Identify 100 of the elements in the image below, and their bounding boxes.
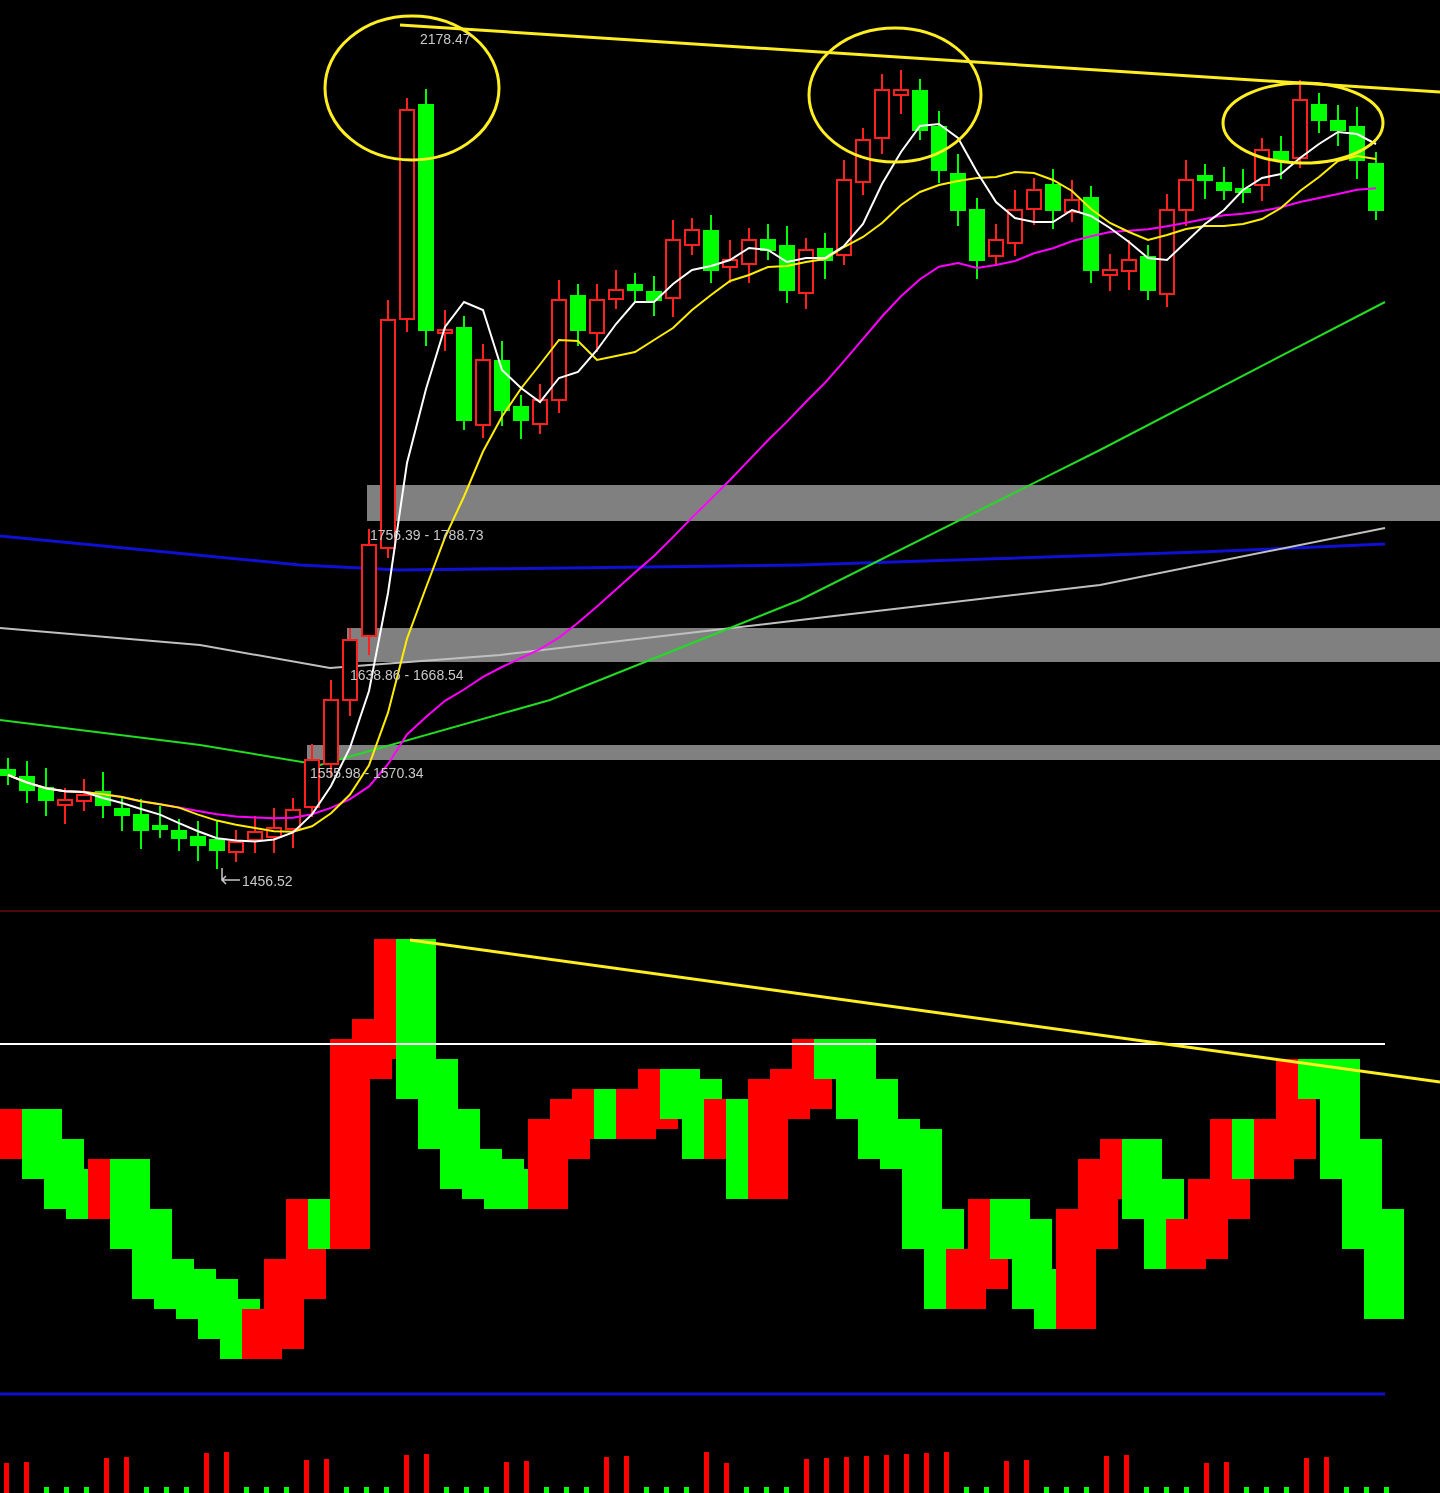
candlestick [684,217,700,256]
volume-bar [464,1487,469,1493]
volume-bar [1284,1487,1289,1493]
volume-bar [784,1487,789,1493]
volume-bar [1184,1487,1189,1493]
candlestick [1064,179,1080,223]
candlestick [57,787,73,825]
candlestick [285,797,301,849]
candlestick [1178,159,1194,227]
volume-bar [1304,1458,1309,1493]
candlestick [855,127,871,196]
volume-bar [604,1457,609,1493]
candlestick [95,771,111,819]
candlestick [0,757,16,786]
candlestick [722,239,738,284]
volume-bar [264,1487,269,1493]
volume-bar [284,1487,289,1493]
volume-bar [684,1487,689,1493]
candlestick [817,232,833,280]
volume-bar [324,1459,329,1493]
candlestick [1273,135,1289,180]
candlestick [247,815,263,854]
volume-bar [404,1455,409,1493]
volume-bar [704,1452,709,1493]
volume-bar [844,1457,849,1493]
candlestick [1026,177,1042,226]
volume-bar [304,1460,309,1493]
candlestick [266,807,282,854]
volume-bar [1104,1456,1109,1493]
volume-bar [1084,1487,1089,1493]
candlestick [1140,244,1156,301]
volume-bar [1224,1462,1229,1493]
candlestick [1102,253,1118,292]
candlestick [437,309,453,352]
volume-bar [924,1453,929,1493]
volume-bar [564,1487,569,1493]
volume-bar [964,1487,969,1493]
volume-bar [1364,1487,1369,1493]
candlestick [741,227,757,284]
volume-bar [1204,1463,1209,1493]
volume-bar [944,1452,949,1493]
volume-bar [84,1487,89,1493]
volume-bar [344,1487,349,1493]
volume-bar [984,1487,989,1493]
volume-bar [1164,1487,1169,1493]
volume-bar [624,1456,629,1493]
volume-bar [724,1463,729,1493]
low-pointer-arrow [220,867,241,885]
candlestick [703,214,719,284]
volume-bar [644,1487,649,1493]
volume-bar [104,1458,109,1493]
volume-bar [444,1487,449,1493]
volume-bar [4,1463,9,1493]
candlestick [19,760,35,804]
candlestick [133,798,149,850]
volume-bar [1124,1455,1129,1493]
volume-bar [824,1458,829,1493]
volume-bar [244,1487,249,1493]
volume-bar [904,1454,909,1493]
candlestick [228,829,244,863]
low-price-label: 1456.52 [242,873,293,889]
volume-bar [124,1457,129,1493]
volume-bar [1024,1460,1029,1493]
volume-bar [504,1462,509,1493]
volume-bar [544,1487,549,1493]
candlestick [76,778,92,812]
candlestick [1197,163,1213,200]
volume-bar [364,1487,369,1493]
volume-bar [764,1487,769,1493]
candlestick [589,283,605,353]
volume-bar [144,1487,149,1493]
candlestick [646,275,662,317]
volume-bar [1244,1487,1249,1493]
candlestick [1235,168,1251,204]
volume-bar [1044,1487,1049,1493]
volume-bar [24,1462,29,1493]
candlestick [893,69,909,115]
candlestick [1368,151,1384,221]
volume-bar [1324,1457,1329,1493]
volume-bar [484,1487,489,1493]
volume-bar [204,1453,209,1493]
volume-bar [1144,1487,1149,1493]
volume-bar [224,1452,229,1493]
volume-bar [744,1487,749,1493]
volume-bar [184,1487,189,1493]
candlestick [152,805,168,839]
volume-bar [1264,1487,1269,1493]
volume-bar [424,1454,429,1493]
volume-bar [804,1459,809,1493]
volume-bar [864,1456,869,1493]
candlestick [1045,168,1061,230]
peak-price-label: 2178.47 [420,31,471,47]
volume-bar [44,1487,49,1493]
candlestick [760,223,776,261]
volume-bar [1064,1487,1069,1493]
candlestick [513,394,529,440]
candlestick [209,819,225,870]
candlestick [1254,137,1270,202]
candlestick [570,283,586,347]
volume-bar [1344,1487,1349,1493]
